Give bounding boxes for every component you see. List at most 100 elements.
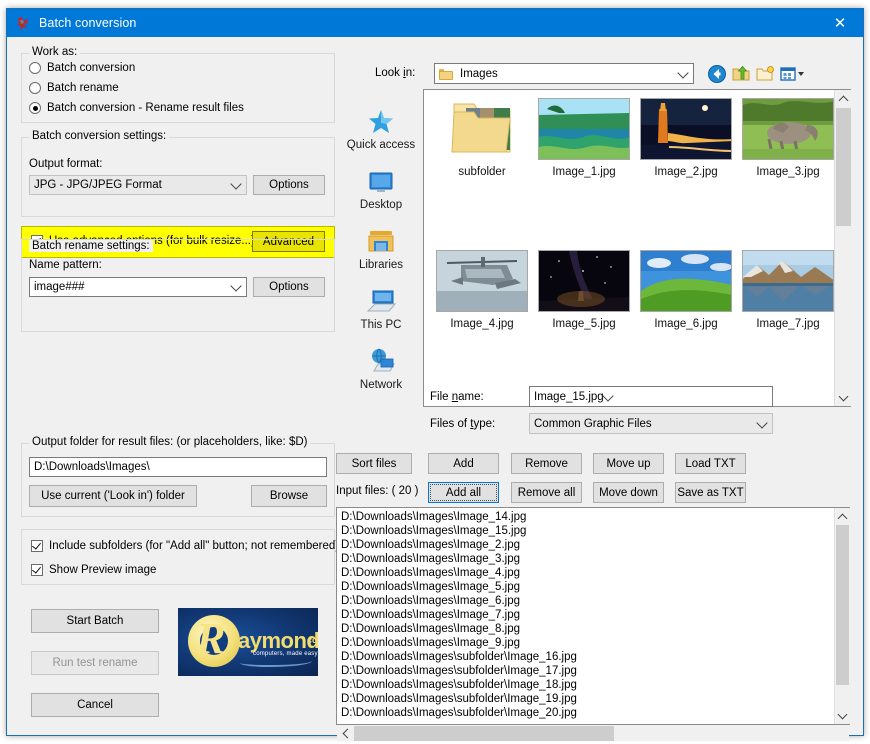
remove-button[interactable]: Remove bbox=[511, 453, 582, 474]
add-button[interactable]: Add bbox=[428, 453, 499, 474]
file-browser-scrollbar[interactable] bbox=[834, 90, 851, 406]
chevron-down-icon[interactable] bbox=[756, 416, 768, 430]
image-thumbnail bbox=[640, 98, 732, 160]
scrollbar-thumb[interactable] bbox=[836, 525, 849, 685]
input-file-row[interactable]: D:\Downloads\Images\subfolder\Image_20.j… bbox=[337, 706, 849, 720]
file-name-input[interactable]: Image_15.jpg bbox=[529, 386, 773, 407]
file-item-image-6[interactable]: Image_6.jpg bbox=[636, 250, 736, 330]
cancel-button[interactable]: Cancel bbox=[31, 693, 159, 717]
new-folder-icon[interactable] bbox=[755, 64, 775, 84]
input-file-row[interactable]: D:\Downloads\Images\subfolder\Image_18.j… bbox=[337, 678, 849, 692]
place-libraries[interactable]: Libraries bbox=[334, 227, 428, 271]
scrollbar-thumb[interactable] bbox=[354, 726, 614, 741]
load-txt-button[interactable]: Load TXT bbox=[675, 453, 746, 474]
input-file-row[interactable]: D:\Downloads\Images\Image_8.jpg bbox=[337, 622, 849, 636]
output-format-options-button[interactable]: Options bbox=[253, 175, 325, 195]
radio-label: Batch conversion bbox=[47, 62, 136, 74]
use-current-folder-button[interactable]: Use current ('Look in') folder bbox=[29, 485, 197, 507]
scrollbar-thumb[interactable] bbox=[836, 108, 851, 226]
add-all-button[interactable]: Add all bbox=[428, 482, 499, 503]
input-file-row[interactable]: D:\Downloads\Images\Image_15.jpg bbox=[337, 524, 849, 538]
input-files-vscrollbar[interactable] bbox=[834, 508, 850, 724]
button-label: Options bbox=[269, 179, 309, 191]
input-file-row[interactable]: D:\Downloads\Images\Image_6.jpg bbox=[337, 594, 849, 608]
conversion-settings-legend: Batch conversion settings: bbox=[29, 130, 170, 142]
star-icon bbox=[334, 107, 428, 137]
place-desktop[interactable]: Desktop bbox=[334, 167, 428, 211]
show-preview-image-checkbox[interactable]: Show Preview image bbox=[31, 564, 156, 576]
sort-files-button[interactable]: Sort files bbox=[336, 453, 412, 474]
input-file-row[interactable]: D:\Downloads\Images\subfolder\Image_19.j… bbox=[337, 692, 849, 706]
input-file-row[interactable]: D:\Downloads\Images\subfolder\Image_16.j… bbox=[337, 650, 849, 664]
back-icon[interactable] bbox=[707, 64, 727, 84]
chevron-down-icon bbox=[230, 280, 242, 293]
file-item-label: Image_6.jpg bbox=[654, 318, 718, 330]
file-item-image-1[interactable]: Image_1.jpg bbox=[534, 98, 634, 178]
input-file-row[interactable]: D:\Downloads\Images\Image_14.jpg bbox=[337, 510, 849, 524]
look-in-combo[interactable]: Images bbox=[434, 63, 694, 84]
button-label: Load TXT bbox=[685, 457, 736, 470]
output-format-combo[interactable]: JPG - JPG/JPEG Format bbox=[29, 175, 247, 195]
file-item-image-7[interactable]: Image_7.jpg bbox=[738, 250, 838, 330]
input-files-hscrollbar[interactable] bbox=[337, 725, 849, 741]
scroll-up-icon[interactable] bbox=[835, 90, 852, 107]
scroll-left-icon[interactable] bbox=[337, 725, 354, 742]
move-down-button[interactable]: Move down bbox=[593, 482, 664, 503]
button-label: Use current ('Look in') folder bbox=[41, 490, 185, 502]
place-this-pc[interactable]: This PC bbox=[334, 287, 428, 331]
raymond-logo: R aymond cc computers, made easy bbox=[178, 608, 318, 676]
name-pattern-combo[interactable]: image### bbox=[29, 277, 247, 297]
button-label: Move down bbox=[599, 486, 658, 499]
image-thumbnail bbox=[436, 250, 528, 312]
logo-suffix: cc bbox=[307, 635, 318, 645]
this-pc-icon bbox=[334, 287, 428, 317]
input-file-row[interactable]: D:\Downloads\Images\Image_5.jpg bbox=[337, 580, 849, 594]
input-file-row[interactable]: D:\Downloads\Images\Image_7.jpg bbox=[337, 608, 849, 622]
button-label: Browse bbox=[269, 490, 309, 502]
file-item-image-2[interactable]: Image_2.jpg bbox=[636, 98, 736, 178]
file-item-image-3[interactable]: Image_3.jpg bbox=[738, 98, 838, 178]
views-icon[interactable] bbox=[779, 64, 805, 84]
libraries-icon bbox=[334, 227, 428, 257]
files-of-type-combo[interactable]: Common Graphic Files bbox=[529, 413, 773, 434]
scroll-down-icon[interactable] bbox=[835, 389, 852, 406]
button-label: Options bbox=[269, 281, 309, 293]
checkbox-label: Include subfolders (for "Add all" button… bbox=[49, 540, 340, 552]
remove-all-button[interactable]: Remove all bbox=[511, 482, 582, 503]
chevron-down-icon[interactable] bbox=[602, 389, 614, 403]
button-label: Add all bbox=[445, 486, 482, 499]
scroll-up-icon[interactable] bbox=[835, 508, 850, 525]
input-file-row[interactable]: D:\Downloads\Images\Image_4.jpg bbox=[337, 566, 849, 580]
place-quick-access[interactable]: Quick access bbox=[334, 107, 428, 151]
input-files-list[interactable]: D:\Downloads\Images\Image_14.jpg D:\Downl… bbox=[336, 507, 850, 725]
input-file-row[interactable]: D:\Downloads\Images\Image_9.jpg bbox=[337, 636, 849, 650]
input-file-row[interactable]: D:\Downloads\Images\Image_2.jpg bbox=[337, 538, 849, 552]
move-up-button[interactable]: Move up bbox=[593, 453, 664, 474]
input-file-row[interactable]: D:\Downloads\Images\Image_3.jpg bbox=[337, 552, 849, 566]
checkbox-label: Show Preview image bbox=[49, 564, 157, 576]
run-test-rename-button[interactable]: Run test rename bbox=[31, 651, 159, 675]
file-item-image-5[interactable]: Image_5.jpg bbox=[534, 250, 634, 330]
radio-batch-conversion[interactable]: Batch conversion bbox=[29, 62, 135, 74]
close-icon[interactable]: ✕ bbox=[817, 9, 863, 37]
output-folder-input[interactable]: D:\Downloads\Images\ bbox=[29, 457, 327, 477]
batch-conversion-window: Batch conversion ✕ Work as: Batch conver… bbox=[6, 8, 864, 741]
place-network[interactable]: Network bbox=[334, 347, 428, 391]
start-batch-button[interactable]: Start Batch bbox=[31, 609, 159, 633]
scroll-down-icon[interactable] bbox=[835, 707, 850, 724]
radio-batch-rename[interactable]: Batch rename bbox=[29, 82, 119, 94]
file-browser-list[interactable]: subfolder Image_1.jpg Image_2.jpg Image_… bbox=[423, 89, 851, 407]
input-file-row[interactable]: D:\Downloads\Images\subfolder\Image_17.j… bbox=[337, 664, 849, 678]
radio-label: Batch conversion - Rename result files bbox=[47, 102, 244, 114]
monitor-icon bbox=[334, 167, 428, 197]
up-folder-icon[interactable] bbox=[731, 64, 751, 84]
input-files-count-label: Input files: ( 20 ) bbox=[336, 485, 419, 497]
file-item-image-4[interactable]: Image_4.jpg bbox=[432, 250, 532, 330]
save-as-txt-button[interactable]: Save as TXT bbox=[675, 482, 746, 503]
browse-button[interactable]: Browse bbox=[251, 485, 327, 507]
place-label: Quick access bbox=[346, 139, 416, 151]
name-pattern-options-button[interactable]: Options bbox=[253, 277, 325, 297]
include-subfolders-checkbox[interactable]: Include subfolders (for "Add all" button… bbox=[31, 540, 339, 552]
file-item-subfolder[interactable]: subfolder bbox=[432, 98, 532, 178]
radio-batch-conversion-rename-result-files[interactable]: Batch conversion - Rename result files bbox=[29, 102, 244, 114]
